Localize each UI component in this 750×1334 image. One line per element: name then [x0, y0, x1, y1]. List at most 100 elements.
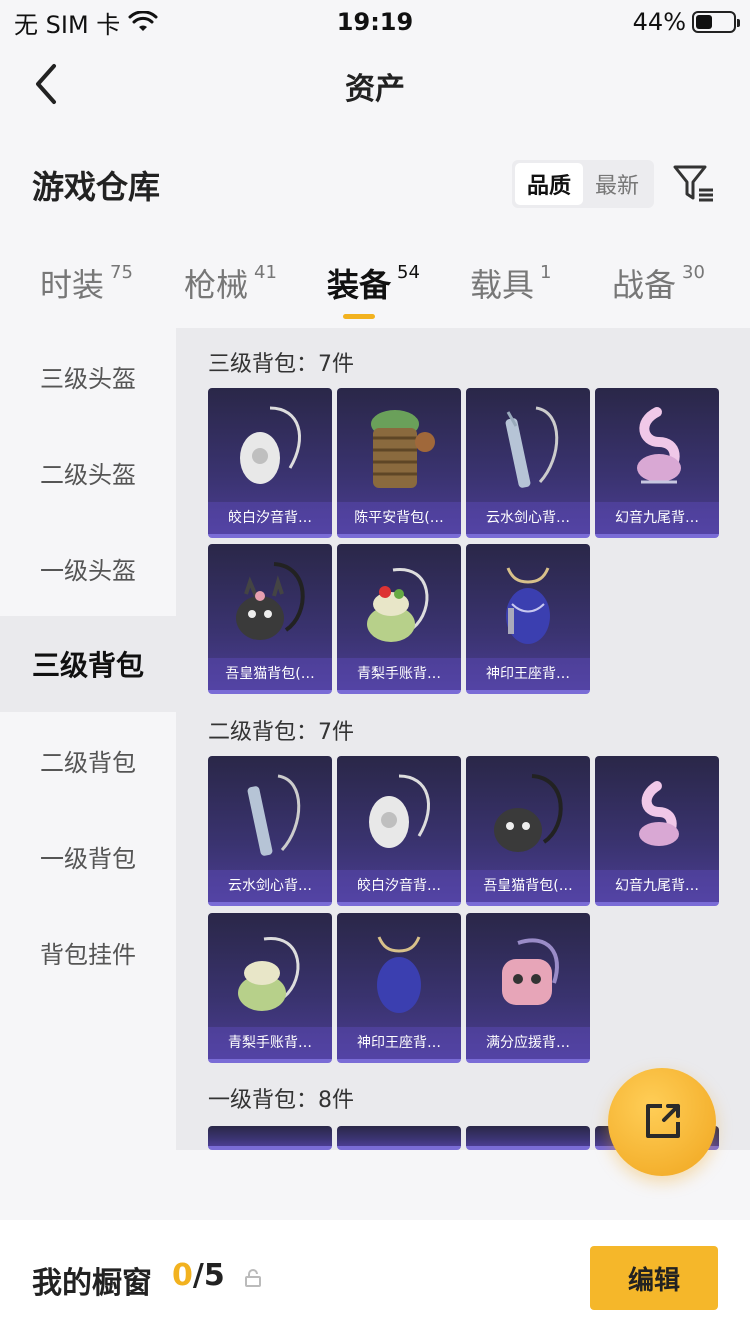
sidebar-item-helmet-1[interactable]: 一级头盔 — [0, 520, 176, 616]
showcase-label: 我的橱窗 — [32, 1266, 152, 1301]
item-name: 神印王座背… — [466, 658, 590, 690]
sort-toggle: 品质 最新 — [512, 160, 654, 208]
battery-percent: 44% — [632, 8, 686, 36]
item-name: 青梨手账背… — [208, 1027, 332, 1059]
item-name: 云水剑心背… — [466, 502, 590, 534]
backpack-icon — [502, 938, 559, 1005]
group-title: 三级背包：7件 — [208, 352, 354, 377]
item-card[interactable] — [466, 1126, 590, 1150]
status-left: 无 SIM 卡 — [14, 5, 158, 40]
nav-bar: 资产 — [0, 44, 750, 124]
tab-count: 54 — [397, 262, 420, 283]
item-card[interactable]: 陈平安背包(… — [337, 388, 461, 538]
tab-count: 41 — [254, 262, 277, 283]
showcase-current: 0 — [172, 1258, 193, 1293]
backpack-icon — [506, 567, 550, 644]
tab-equipment[interactable]: 装备 54 — [327, 260, 420, 306]
item-card[interactable]: 吾皇猫背包(… — [466, 756, 590, 906]
item-name: 幻音九尾背… — [595, 870, 719, 902]
showcase-separator: / — [192, 1258, 204, 1293]
tab-label: 装备 — [327, 266, 392, 304]
item-card[interactable] — [337, 1126, 461, 1150]
sidebar-item-backpack-charm[interactable]: 背包挂件 — [0, 904, 176, 1000]
tab-vehicles[interactable]: 载具 1 — [470, 260, 551, 306]
tab-indicator — [343, 314, 375, 319]
item-card[interactable]: 皎白汐音背… — [208, 388, 332, 538]
status-bar: 无 SIM 卡 19:19 44% — [0, 0, 750, 44]
category-tabs: 时装 75 枪械 41 装备 54 载具 1 战备 30 — [0, 250, 750, 320]
tab-guns[interactable]: 枪械 41 — [184, 260, 277, 306]
backpack-icon — [369, 774, 430, 848]
showcase-bar: 我的橱窗 0/5 编辑 — [0, 1220, 750, 1334]
item-card[interactable]: 神印王座背… — [466, 544, 590, 694]
item-name: 吾皇猫背包(… — [208, 658, 332, 690]
battery-icon — [692, 11, 740, 33]
item-card[interactable]: 云水剑心背… — [208, 756, 332, 906]
item-card[interactable]: 神印王座背… — [337, 913, 461, 1063]
tab-fashion[interactable]: 时装 75 — [40, 260, 133, 306]
item-card[interactable] — [208, 1126, 332, 1150]
chevron-left-icon — [36, 64, 56, 104]
item-name: 青梨手账背… — [337, 658, 461, 690]
showcase-max: 5 — [203, 1258, 225, 1293]
tab-label: 时装 — [40, 266, 105, 304]
item-name: 陈平安背包(… — [337, 502, 461, 534]
filter-button[interactable] — [670, 160, 718, 208]
carrier-label: 无 SIM 卡 — [14, 10, 121, 39]
tab-combat-gear[interactable]: 战备 30 — [612, 260, 705, 306]
battery-fill — [696, 15, 712, 29]
sidebar-item-helmet-3[interactable]: 三级头盔 — [0, 328, 176, 424]
item-card[interactable]: 吾皇猫背包(… — [208, 544, 332, 694]
item-name: 吾皇猫背包(… — [466, 870, 590, 902]
back-button[interactable] — [24, 62, 68, 106]
sort-latest-button[interactable]: 最新 — [583, 163, 651, 205]
tab-label: 战备 — [612, 266, 677, 304]
sidebar-item-helmet-2[interactable]: 二级头盔 — [0, 424, 176, 520]
tab-label: 枪械 — [184, 266, 249, 304]
page-title: 资产 — [345, 72, 405, 107]
backpack-icon — [505, 406, 559, 488]
item-name: 满分应援背… — [466, 1027, 590, 1059]
item-name: 皎白汐音背… — [337, 870, 461, 902]
item-card[interactable]: 青梨手账背… — [208, 913, 332, 1063]
wifi-icon — [128, 11, 158, 31]
item-card[interactable]: 云水剑心背… — [466, 388, 590, 538]
warehouse-header: 游戏仓库 品质 最新 — [0, 150, 750, 220]
group-title: 二级背包：7件 — [208, 720, 354, 745]
item-card[interactable]: 幻音九尾背… — [595, 756, 719, 906]
item-name: 云水剑心背… — [208, 870, 332, 902]
sort-quality-button[interactable]: 品质 — [515, 163, 583, 205]
sidebar-item-backpack-3[interactable]: 三级背包 — [0, 616, 176, 712]
backpack-icon — [236, 562, 305, 640]
sidebar-item-backpack-1[interactable]: 一级背包 — [0, 808, 176, 904]
item-card[interactable]: 青梨手账背… — [337, 544, 461, 694]
tab-count: 75 — [110, 262, 133, 283]
subcategory-sidebar: 三级头盔 二级头盔 一级头盔 三级背包 二级背包 一级背包 背包挂件 — [0, 328, 176, 1148]
backpack-icon — [494, 774, 563, 852]
sidebar-item-backpack-2[interactable]: 二级背包 — [0, 712, 176, 808]
tab-label: 载具 — [470, 266, 535, 304]
showcase-count: 0/5 — [172, 1258, 225, 1293]
lock-icon — [245, 1269, 261, 1287]
item-name: 神印王座背… — [337, 1027, 461, 1059]
backpack-icon — [371, 410, 435, 488]
backpack-icon — [639, 781, 679, 846]
backpack-icon — [367, 568, 429, 642]
tab-count: 30 — [682, 262, 705, 283]
backpack-icon — [238, 937, 300, 1011]
group-title: 一级背包：8件 — [208, 1088, 354, 1113]
item-card[interactable]: 满分应援背… — [466, 913, 590, 1063]
item-card[interactable]: 幻音九尾背… — [595, 388, 719, 538]
backpack-icon — [637, 407, 681, 484]
item-name: 皎白汐音背… — [208, 502, 332, 534]
edit-button[interactable]: 编辑 — [590, 1246, 718, 1310]
filter-icon — [673, 165, 713, 202]
backpack-icon — [377, 936, 421, 1013]
backpack-icon — [240, 406, 301, 484]
tab-count: 1 — [540, 262, 552, 283]
item-name: 幻音九尾背… — [595, 502, 719, 534]
section-title: 游戏仓库 — [32, 168, 161, 206]
item-card[interactable]: 皎白汐音背… — [337, 756, 461, 906]
share-button[interactable] — [608, 1068, 716, 1176]
items-panel: 三级背包：7件 皎白汐音背… 陈平安背包(… 云水剑心背… 幻音九尾背… 吾皇猫… — [176, 328, 750, 1150]
